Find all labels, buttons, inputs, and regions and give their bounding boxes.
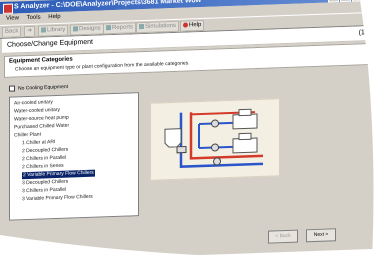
description-title: Equipment Categories [9, 56, 73, 65]
back-button[interactable]: Back [2, 26, 22, 38]
back-nav-button[interactable]: < Back [268, 229, 298, 244]
equipment-tree[interactable]: Air-cooled unitary Water-cooled unitary … [9, 92, 139, 221]
app-icon [3, 3, 13, 14]
simulations-icon [139, 23, 144, 30]
plant-schematic [164, 108, 263, 168]
pump-3-icon [213, 157, 221, 166]
tree-item-air-cooled[interactable]: Air-cooled unitary [14, 99, 53, 107]
toolbar-library[interactable]: Library [38, 24, 69, 37]
chiller-2-icon [232, 137, 258, 154]
tree-item-1-chiller-ari[interactable]: 1 Chiller at ARI [22, 139, 55, 147]
chiller-1-top-icon [238, 108, 252, 117]
application-window: S Analyzer - C:\DOE\Analyzer\Projects\36… [0, 0, 385, 262]
menu-view[interactable]: View [6, 15, 19, 21]
chiller-1-icon [232, 113, 258, 130]
forward-button[interactable]: ➜ [24, 25, 36, 38]
chiller-2-top-icon [238, 132, 252, 141]
no-cooling-label: No Cooling Equipment [18, 83, 69, 92]
menu-help[interactable]: Help [48, 14, 60, 20]
page-title: Choose/Change Equipment [7, 38, 94, 49]
checkbox-box[interactable] [9, 85, 15, 92]
valve-icon [176, 145, 187, 154]
toolbar-help[interactable]: Help [180, 19, 205, 32]
reports-icon [106, 25, 111, 31]
chiller-plant-diagram [150, 98, 280, 181]
pump-2-icon [211, 143, 219, 152]
pump-1-icon [211, 119, 219, 128]
tree-item-chiller-plant[interactable]: Chiller Plant [14, 132, 41, 140]
no-cooling-checkbox[interactable]: No Cooling Equipment [9, 84, 68, 92]
tree-item-3-variable-primary[interactable]: 3 Variable Primary Flow Chillers [22, 194, 93, 203]
tree-item-2-series[interactable]: 2 Chillers in Series [22, 163, 64, 171]
help-icon [183, 22, 188, 28]
tree-item-purchased-chilled[interactable]: Purchased Chilled Water [14, 123, 69, 132]
toolbar-simulations[interactable]: Simulations [136, 20, 180, 34]
toolbar-designs[interactable]: Designs [70, 23, 104, 36]
next-button[interactable]: Next > [306, 228, 336, 243]
tree-item-2-variable-primary[interactable]: 2 Variable Primary Flow Chillers [22, 169, 95, 180]
cooling-coil-icon [164, 128, 182, 148]
designs-icon [73, 26, 78, 32]
library-icon [41, 27, 46, 33]
menu-tools[interactable]: Tools [27, 15, 41, 21]
toolbar-reports[interactable]: Reports [103, 22, 137, 35]
page-counter: (1/2) [358, 28, 373, 37]
